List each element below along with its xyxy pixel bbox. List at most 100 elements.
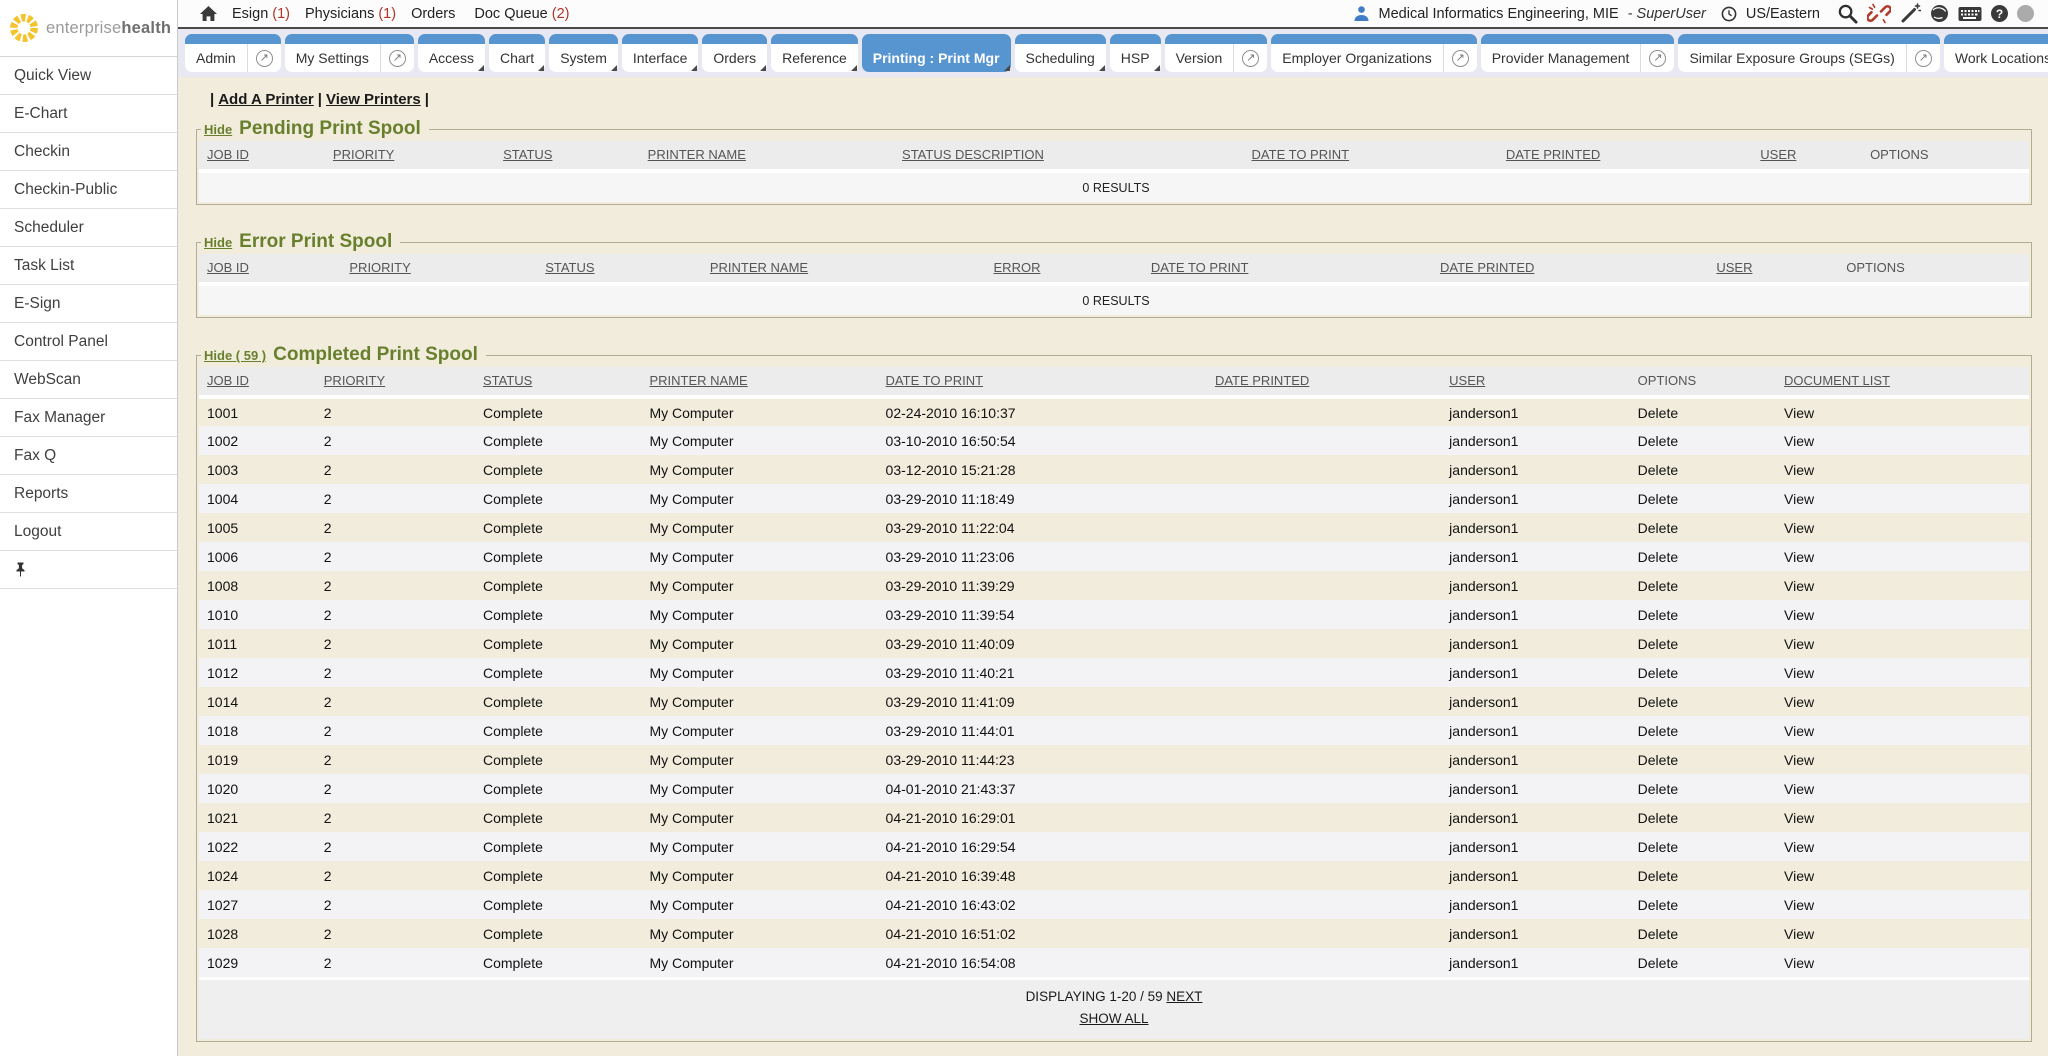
sidebar-item-e-chart[interactable]: E-Chart <box>0 95 177 133</box>
sidebar-pin-button[interactable] <box>0 551 177 589</box>
delete-link[interactable]: Delete <box>1638 491 1678 507</box>
home-icon[interactable] <box>200 6 217 22</box>
globe-icon[interactable] <box>1930 4 1949 23</box>
view-link[interactable]: View <box>1784 433 1814 449</box>
sort-link-user[interactable]: USER <box>1449 373 1485 388</box>
sidebar-item-quick-view[interactable]: Quick View <box>0 57 177 95</box>
tab-access[interactable]: Access <box>418 34 485 72</box>
sort-link-printer-name[interactable]: PRINTER NAME <box>649 373 747 388</box>
tab-scheduling[interactable]: Scheduling <box>1015 34 1106 72</box>
delete-link[interactable]: Delete <box>1638 405 1678 421</box>
delete-link[interactable]: Delete <box>1638 433 1678 449</box>
help-icon[interactable] <box>1991 5 2008 22</box>
sidebar-item-webscan[interactable]: WebScan <box>0 361 177 399</box>
view-link[interactable]: View <box>1784 839 1814 855</box>
sidebar-item-reports[interactable]: Reports <box>0 475 177 513</box>
sidebar-item-fax-manager[interactable]: Fax Manager <box>0 399 177 437</box>
top-nav-item-esign[interactable]: Esign (1) <box>232 6 290 22</box>
sort-link-user[interactable]: USER <box>1760 147 1796 162</box>
keyboard-icon[interactable] <box>1958 6 1982 22</box>
tab-interface[interactable]: Interface <box>622 34 698 72</box>
view-link[interactable]: View <box>1784 694 1814 710</box>
tab-admin[interactable]: Admin ↗ <box>185 34 281 72</box>
view-printers-link[interactable]: View Printers <box>326 91 421 108</box>
sort-link-date-printed[interactable]: DATE PRINTED <box>1506 147 1600 162</box>
view-link[interactable]: View <box>1784 926 1814 942</box>
popout-icon[interactable]: ↗ <box>1233 44 1267 72</box>
sort-link-status-description[interactable]: STATUS DESCRIPTION <box>902 147 1044 162</box>
sort-link-date-printed[interactable]: DATE PRINTED <box>1215 373 1309 388</box>
delete-link[interactable]: Delete <box>1638 955 1678 971</box>
tab-employer-organizations[interactable]: Employer Organizations ↗ <box>1271 34 1476 72</box>
sidebar-item-fax-q[interactable]: Fax Q <box>0 437 177 475</box>
view-link[interactable]: View <box>1784 607 1814 623</box>
next-page-link[interactable]: NEXT <box>1166 989 1202 1004</box>
sidebar-item-logout[interactable]: Logout <box>0 513 177 551</box>
popout-icon[interactable]: ↗ <box>247 44 281 72</box>
show-all-link[interactable]: SHOW ALL <box>1079 1011 1148 1026</box>
top-nav-item-physicians[interactable]: Physicians (1) <box>305 6 396 22</box>
hide-toggle-link[interactable]: Hide ( 59 ) <box>204 348 266 363</box>
delete-link[interactable]: Delete <box>1638 752 1678 768</box>
hide-toggle-link[interactable]: Hide <box>204 235 232 250</box>
sort-link-user[interactable]: USER <box>1716 260 1752 275</box>
top-nav-item-doc-queue[interactable]: Doc Queue (2) <box>474 6 569 22</box>
delete-link[interactable]: Delete <box>1638 723 1678 739</box>
view-link[interactable]: View <box>1784 636 1814 652</box>
delete-link[interactable]: Delete <box>1638 578 1678 594</box>
tab-version[interactable]: Version ↗ <box>1165 34 1268 72</box>
popout-icon[interactable]: ↗ <box>1443 44 1477 72</box>
sort-link-job-id[interactable]: JOB ID <box>207 373 249 388</box>
view-link[interactable]: View <box>1784 405 1814 421</box>
popout-icon[interactable]: ↗ <box>1640 44 1674 72</box>
sort-link-priority[interactable]: PRIORITY <box>349 260 410 275</box>
view-link[interactable]: View <box>1784 723 1814 739</box>
view-link[interactable]: View <box>1784 520 1814 536</box>
broken-link-icon[interactable] <box>1867 3 1891 24</box>
sort-link-printer-name[interactable]: PRINTER NAME <box>648 147 746 162</box>
popout-icon[interactable]: ↗ <box>380 44 414 72</box>
view-link[interactable]: View <box>1784 491 1814 507</box>
tab-orders[interactable]: Orders <box>702 34 767 72</box>
sidebar-item-checkin[interactable]: Checkin <box>0 133 177 171</box>
sort-link-status[interactable]: STATUS <box>483 373 532 388</box>
delete-link[interactable]: Delete <box>1638 694 1678 710</box>
sort-link-status[interactable]: STATUS <box>503 147 552 162</box>
tab-provider-management[interactable]: Provider Management ↗ <box>1481 34 1675 72</box>
search-icon[interactable] <box>1837 3 1858 24</box>
hide-toggle-link[interactable]: Hide <box>204 122 232 137</box>
sort-link-document-list[interactable]: DOCUMENT LIST <box>1784 373 1890 388</box>
sort-link-job-id[interactable]: JOB ID <box>207 147 249 162</box>
tab-hsp[interactable]: HSP <box>1110 34 1161 72</box>
view-link[interactable]: View <box>1784 665 1814 681</box>
sort-link-date-to-print[interactable]: DATE TO PRINT <box>1151 260 1249 275</box>
sort-link-date-to-print[interactable]: DATE TO PRINT <box>1252 147 1350 162</box>
sort-link-date-to-print[interactable]: DATE TO PRINT <box>886 373 984 388</box>
view-link[interactable]: View <box>1784 578 1814 594</box>
sort-link-error[interactable]: ERROR <box>994 260 1041 275</box>
sort-link-status[interactable]: STATUS <box>545 260 594 275</box>
sidebar-item-task-list[interactable]: Task List <box>0 247 177 285</box>
delete-link[interactable]: Delete <box>1638 868 1678 884</box>
tab-work-locations[interactable]: Work Locations ↗ <box>1944 34 2048 72</box>
view-link[interactable]: View <box>1784 781 1814 797</box>
delete-link[interactable]: Delete <box>1638 607 1678 623</box>
sort-link-priority[interactable]: PRIORITY <box>333 147 394 162</box>
view-link[interactable]: View <box>1784 810 1814 826</box>
view-link[interactable]: View <box>1784 549 1814 565</box>
delete-link[interactable]: Delete <box>1638 810 1678 826</box>
view-link[interactable]: View <box>1784 752 1814 768</box>
view-link[interactable]: View <box>1784 897 1814 913</box>
delete-link[interactable]: Delete <box>1638 926 1678 942</box>
sidebar-item-e-sign[interactable]: E-Sign <box>0 285 177 323</box>
sort-link-date-printed[interactable]: DATE PRINTED <box>1440 260 1534 275</box>
sidebar-item-checkin-public[interactable]: Checkin-Public <box>0 171 177 209</box>
magic-wand-icon[interactable] <box>1900 3 1921 24</box>
sidebar-item-control-panel[interactable]: Control Panel <box>0 323 177 361</box>
view-link[interactable]: View <box>1784 868 1814 884</box>
sort-link-printer-name[interactable]: PRINTER NAME <box>710 260 808 275</box>
delete-link[interactable]: Delete <box>1638 665 1678 681</box>
delete-link[interactable]: Delete <box>1638 520 1678 536</box>
tab-chart[interactable]: Chart <box>489 34 545 72</box>
sort-link-job-id[interactable]: JOB ID <box>207 260 249 275</box>
